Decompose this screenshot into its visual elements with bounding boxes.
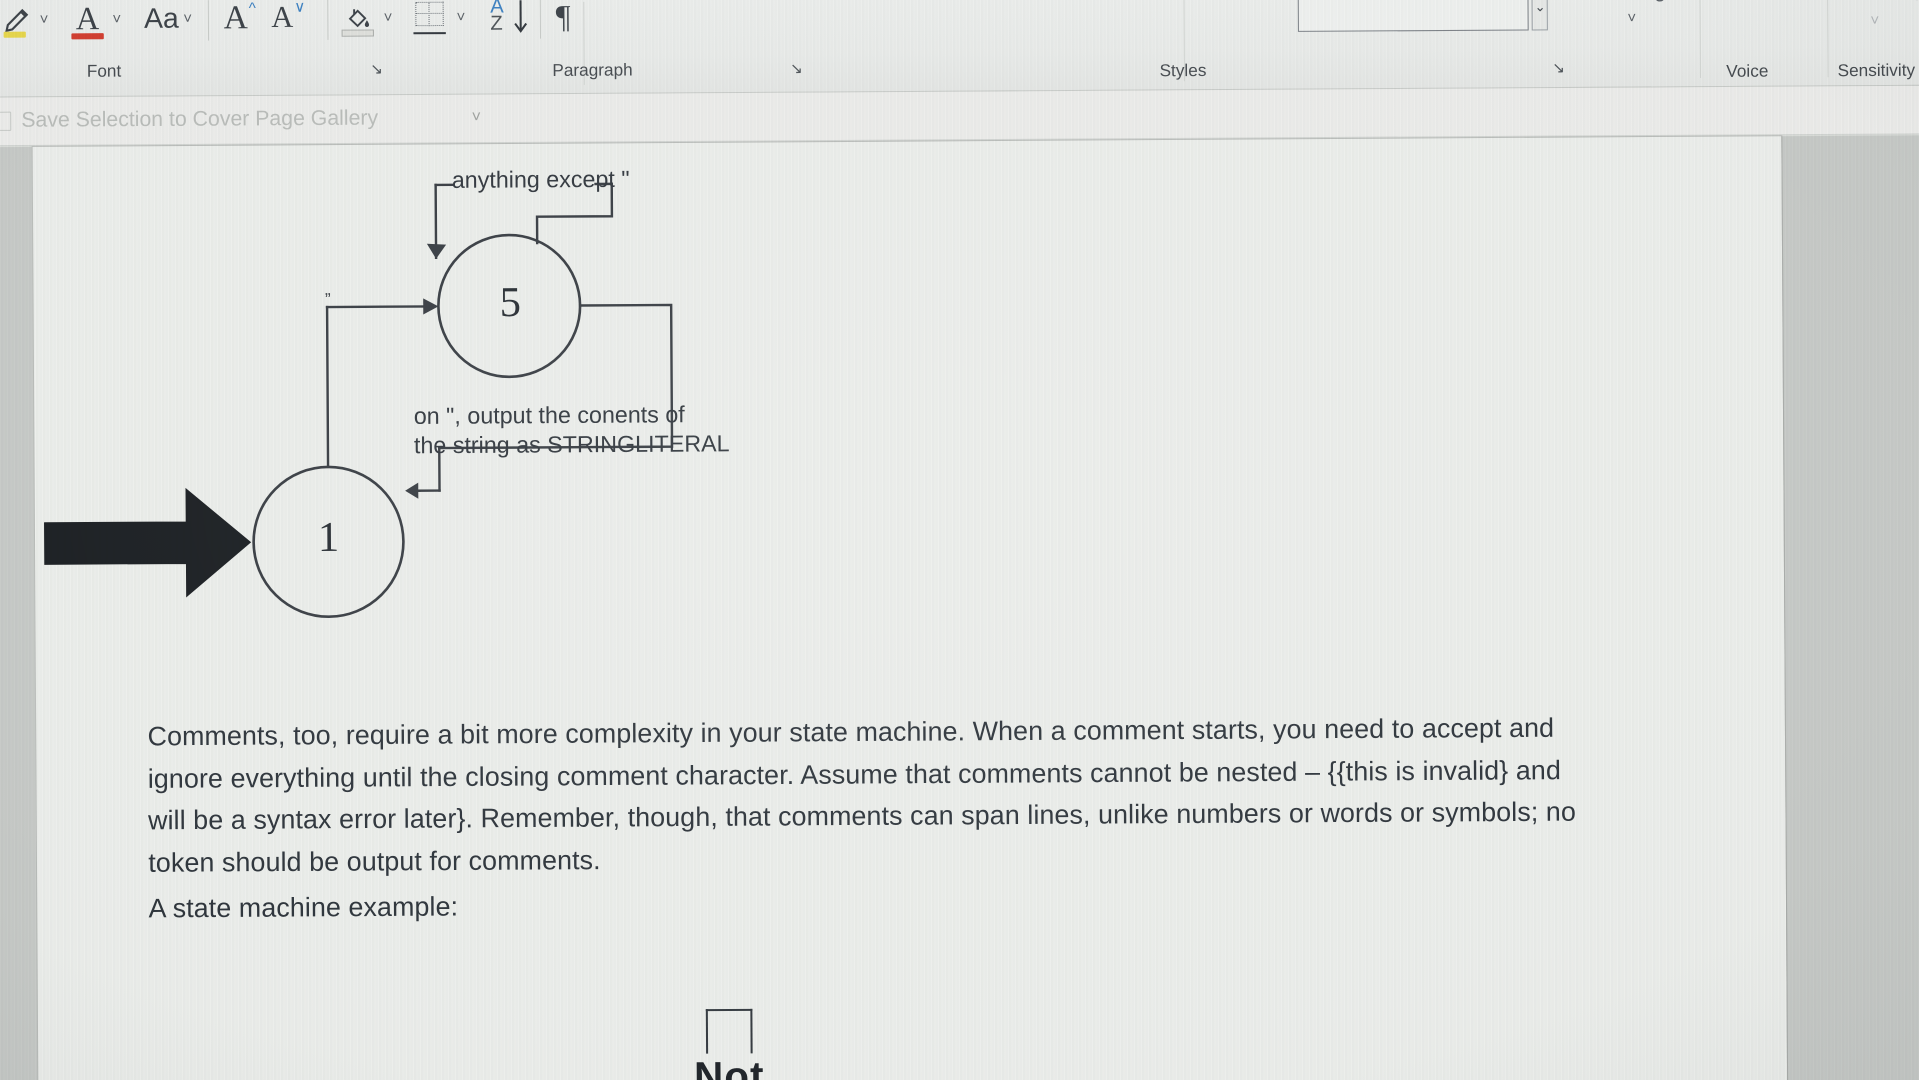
grow-font-letter: A: [223, 0, 248, 36]
paragraph-dialog-launcher-icon[interactable]: ↘: [790, 59, 803, 77]
group-label-voice: Voice: [1726, 61, 1769, 81]
text-highlight-color-icon[interactable]: [0, 1, 36, 40]
svg-text:”: ”: [325, 289, 331, 309]
transition-label-self-loop: anything except ": [451, 165, 630, 193]
paragraph-state-machine-example: A state machine example:: [148, 891, 459, 924]
group-label-styles: Styles: [1159, 60, 1207, 81]
editing-chevron-down-icon[interactable]: ˅: [1622, 8, 1642, 28]
styles-dialog-launcher-icon[interactable]: ↘: [1552, 59, 1565, 77]
paragraph-comments: Comments, too, require a bit more comple…: [147, 712, 1577, 878]
shrink-font-letter: A: [271, 0, 294, 35]
gallery-scroll-chevron-icon[interactable]: ˅: [472, 109, 482, 127]
transition-label-5-to-1-line1: on ", output the conents of: [413, 401, 685, 429]
cover-page-icon: [0, 111, 12, 131]
styles-gallery-scroll[interactable]: ⌄: [1531, 0, 1548, 31]
shading-icon[interactable]: [339, 0, 376, 38]
group-label-sensitivity: Sensitivity: [1837, 60, 1916, 81]
pilcrow-glyph: ¶: [555, 0, 571, 34]
shading-chevron-down-icon[interactable]: ˅: [380, 7, 396, 27]
next-diagram-partial: Not: [38, 1000, 1787, 1080]
show-formatting-marks-icon[interactable]: ¶: [548, 0, 579, 37]
shrink-font-icon[interactable]: A ∨: [271, 0, 305, 38]
sensitivity-button-label[interactable]: Sensitivity: [1817, 0, 1919, 4]
document-canvas: ” anything except " on ", output the con…: [0, 135, 1919, 1080]
editing-button-label[interactable]: Editing: [1589, 0, 1680, 6]
save-selection-to-cover-page-gallery-item[interactable]: Save Selection to Cover Page Gallery: [0, 103, 378, 136]
dictate-button-label[interactable]: Dictate: [1705, 0, 1801, 5]
borders-icon[interactable]: [412, 0, 449, 37]
grow-font-icon[interactable]: A ^: [222, 0, 257, 38]
font-dialog-launcher-icon[interactable]: ↘: [370, 60, 383, 78]
group-label-font: Font: [86, 61, 122, 81]
change-case-label: Aa: [143, 2, 179, 34]
transition-label-5-to-1: on ", output the conents of the string a…: [414, 400, 730, 461]
transition-label-5-to-1-line2: the string as STRINGLITERAL: [413, 430, 730, 459]
state-node-1-label: 1: [317, 514, 340, 562]
photographed-screen: ˅ A ˅ Aa ˅ A ^ A ∨ ˅ ˅ A Z ¶ ⌄ ˅ ˅ Font …: [0, 0, 1919, 1080]
change-case-icon[interactable]: Aa: [139, 0, 184, 37]
state-machine-diagram: ” anything except " on ", output the con…: [33, 136, 1785, 653]
ribbon-icon-row: ˅ A ˅ Aa ˅ A ^ A ∨ ˅ ˅ A Z ¶ ⌄ ˅ ˅: [0, 0, 1919, 52]
group-label-paragraph: Paragraph: [552, 60, 633, 80]
styles-gallery-box[interactable]: [1297, 0, 1529, 32]
font-color-icon[interactable]: A: [70, 0, 105, 40]
ribbon: ˅ A ˅ Aa ˅ A ^ A ∨ ˅ ˅ A Z ¶ ⌄ ˅ ˅ Font …: [0, 0, 1919, 98]
sort-icon[interactable]: A Z: [486, 0, 531, 38]
next-diagram-label: Not: [693, 1054, 765, 1080]
next-diagram-box: [705, 1008, 753, 1054]
borders-chevron-down-icon[interactable]: ˅: [453, 7, 469, 27]
sensitivity-chevron-down-icon[interactable]: ˅: [1865, 10, 1885, 30]
change-case-chevron-down-icon[interactable]: ˅: [180, 8, 196, 28]
font-color-chevron-down-icon[interactable]: ˅: [109, 9, 125, 29]
state-node-5-label: 5: [499, 279, 522, 327]
save-selection-label: Save Selection to Cover Page Gallery: [21, 106, 379, 132]
document-page[interactable]: ” anything except " on ", output the con…: [32, 136, 1788, 1080]
text-highlight-chevron-down-icon[interactable]: ˅: [36, 9, 52, 29]
